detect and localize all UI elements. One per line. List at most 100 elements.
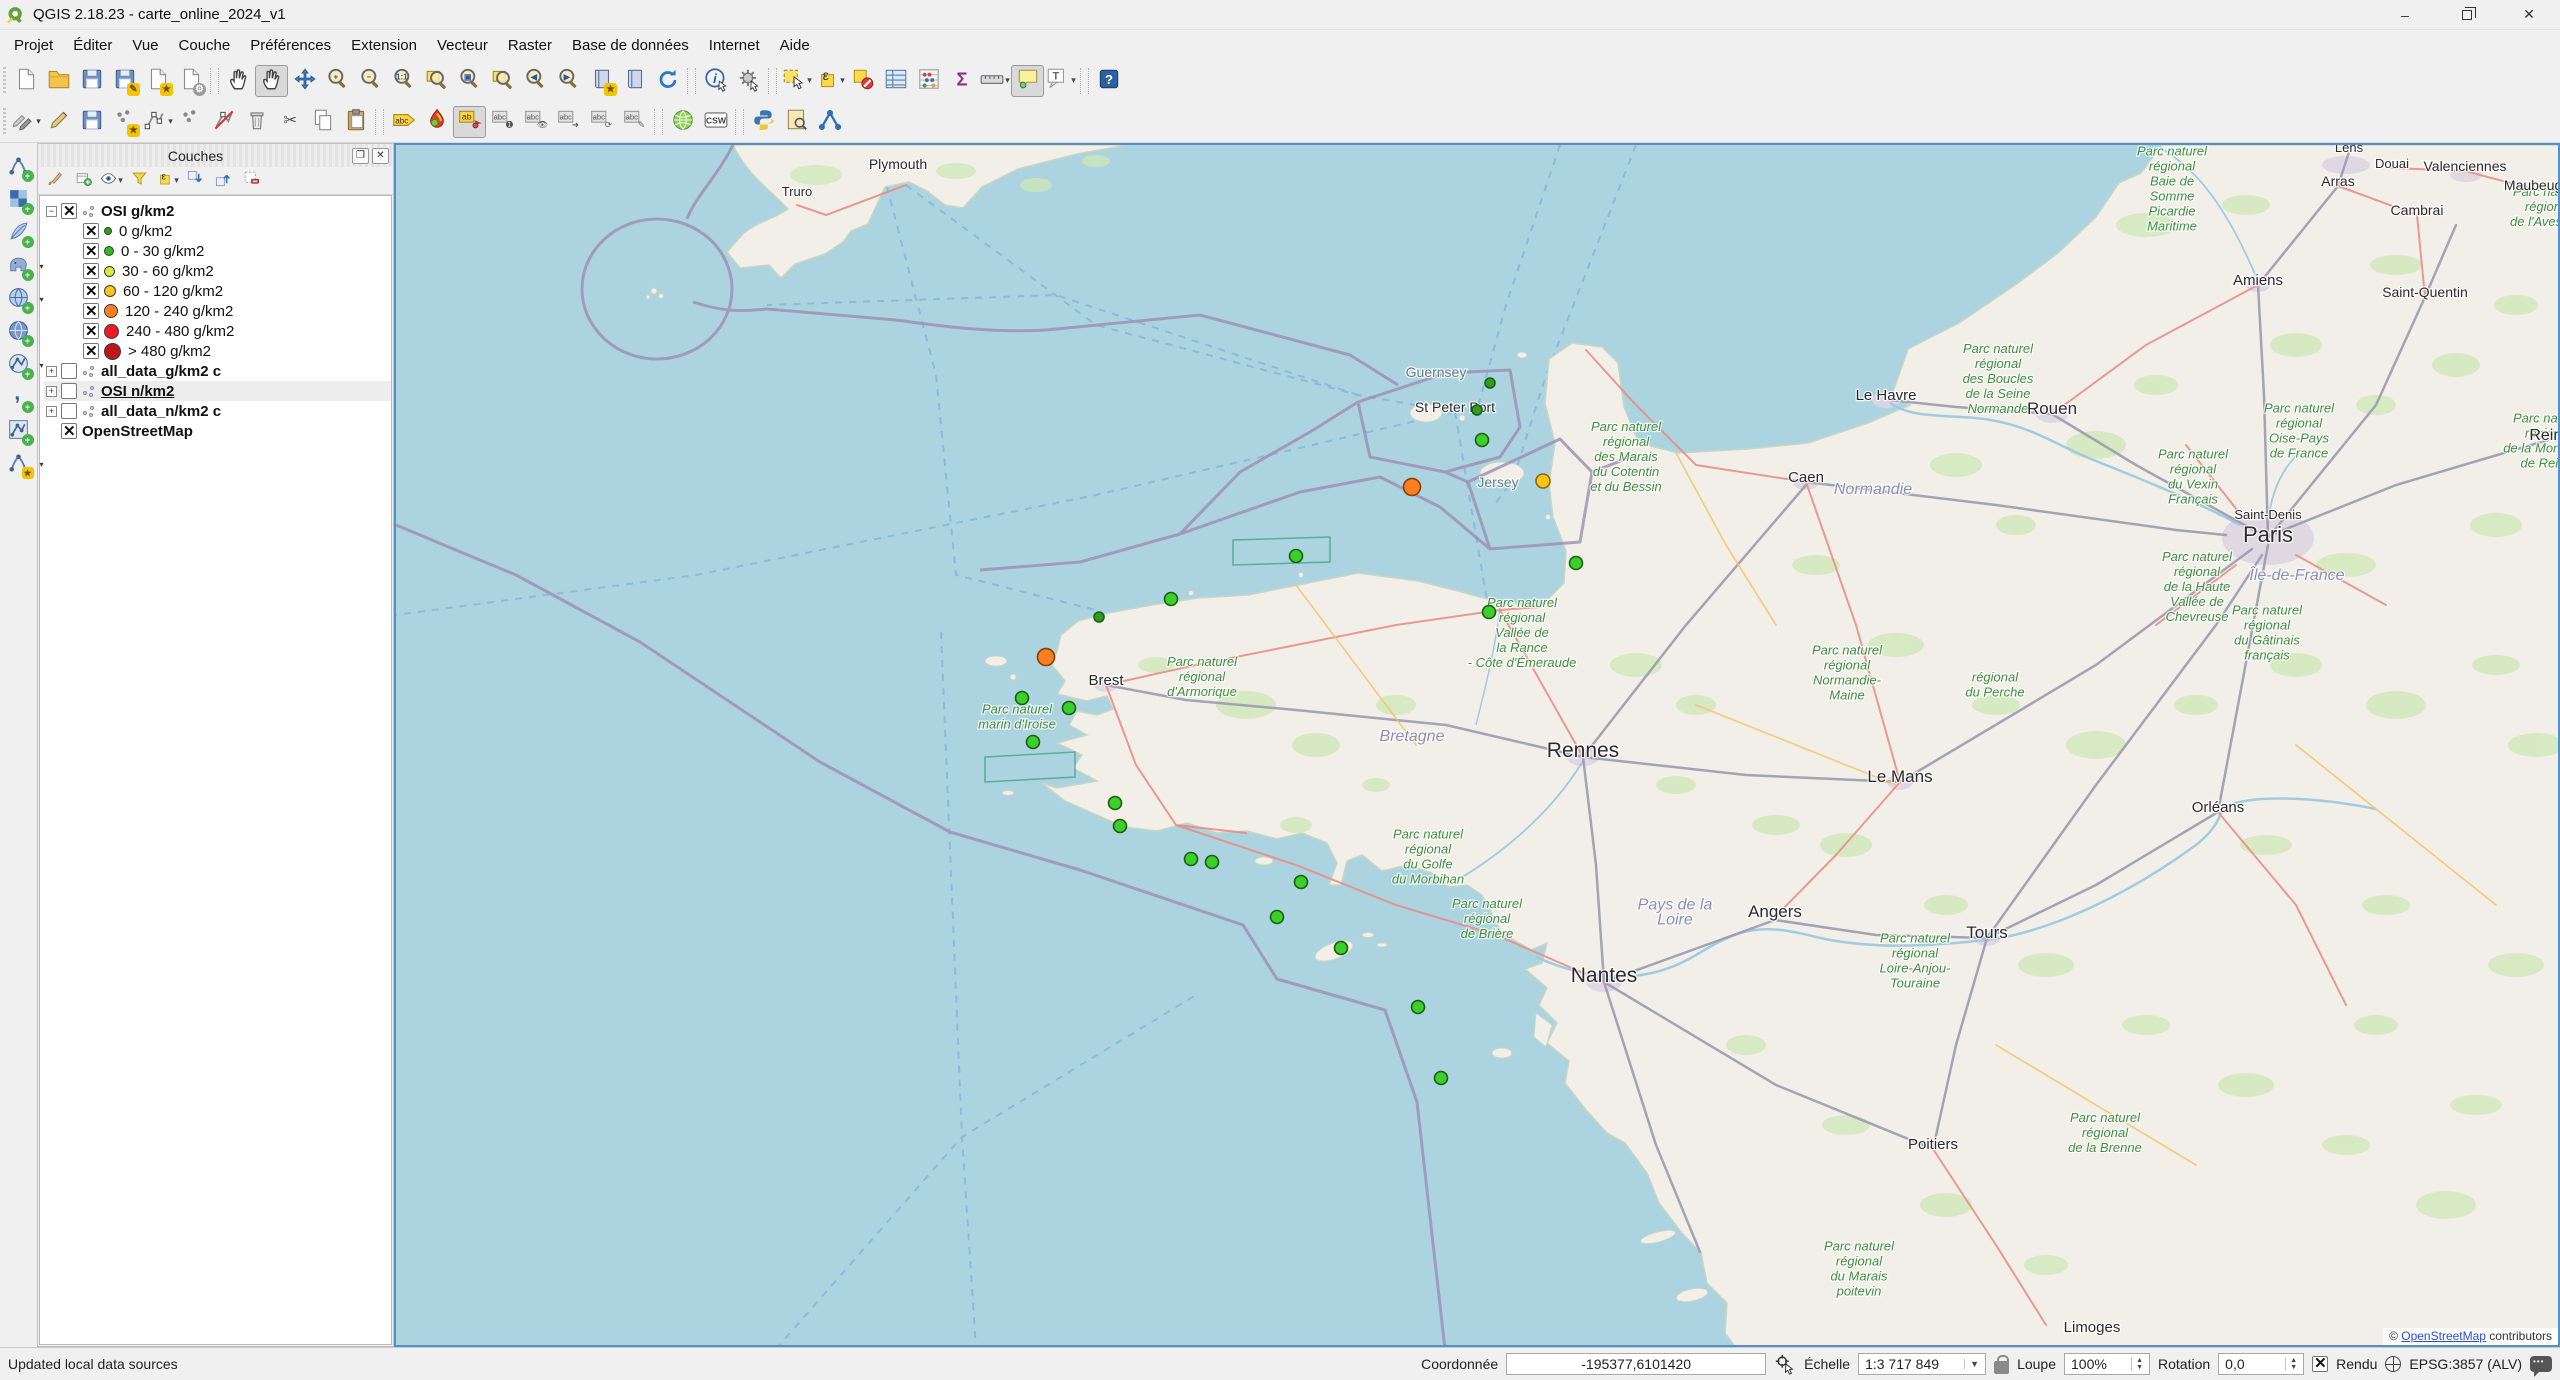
coordinate-input[interactable]: -195377,6101420	[1506, 1353, 1766, 1375]
node-tool-dropdown-icon[interactable]: ▾	[168, 116, 173, 127]
visibility-checkbox[interactable]	[83, 323, 99, 339]
legend-item-60-120-g-km2[interactable]: 60 - 120 g/km2	[44, 281, 391, 301]
visibility-checkbox[interactable]	[83, 343, 99, 359]
deselect-features-button[interactable]	[846, 65, 879, 97]
layer-labeling-options-button[interactable]	[420, 106, 453, 138]
toolbar-handle[interactable]	[3, 67, 6, 95]
menu-projet[interactable]: Projet	[4, 33, 63, 58]
filter-by-expression-button[interactable]: ε▾	[154, 169, 180, 193]
open-project-button[interactable]	[42, 65, 75, 97]
cut-features-button[interactable]: ✂	[273, 106, 306, 138]
rotate-label-button[interactable]: abc⟳	[585, 106, 618, 138]
expand-all-button[interactable]	[182, 169, 208, 193]
visibility-checkbox[interactable]	[83, 243, 99, 259]
pin-labels-button[interactable]: ab	[453, 106, 486, 138]
move-label-button[interactable]: abc➜	[552, 106, 585, 138]
add-spatialite-layer-button[interactable]: +	[2, 217, 36, 250]
tree-expander[interactable]: +	[46, 386, 57, 397]
osm-place-search-button[interactable]	[780, 106, 813, 138]
pan-to-selection-button[interactable]	[288, 65, 321, 97]
identify-features-button[interactable]: i	[699, 65, 732, 97]
scale-combobox[interactable]: 1:3 717 849▼	[1858, 1353, 1986, 1375]
new-shapefile-layer-button[interactable]: +	[2, 415, 36, 448]
visibility-checkbox[interactable]	[83, 303, 99, 319]
select-features-button[interactable]: ▾	[780, 65, 813, 97]
add-feature-button[interactable]: ★	[108, 106, 141, 138]
zoom-to-selection-button[interactable]	[486, 65, 519, 97]
legend-item-30-60-g-km2[interactable]: 30 - 60 g/km2	[44, 261, 391, 281]
zoom-native-button[interactable]: 1:1	[387, 65, 420, 97]
map-canvas[interactable]: Parc naturelmarin d'IroiseParc naturelré…	[394, 143, 2560, 1347]
collapse-all-button[interactable]	[210, 169, 236, 193]
touch-zoom-button[interactable]	[222, 65, 255, 97]
tree-expander[interactable]: +	[46, 406, 57, 417]
paste-features-button[interactable]	[339, 106, 372, 138]
add-wfs-layer-dropdown-icon[interactable]: ▾	[39, 361, 43, 370]
osm-link[interactable]: OpenStreetMap	[2401, 1329, 2486, 1343]
visibility-checkbox[interactable]	[61, 203, 77, 219]
processing-toolbox-button[interactable]	[813, 106, 846, 138]
new-project-button[interactable]	[9, 65, 42, 97]
node-tool-button[interactable]: ▾	[141, 106, 174, 138]
split-features-button[interactable]	[207, 106, 240, 138]
open-attribute-table-button[interactable]	[879, 65, 912, 97]
add-wms-layer-button[interactable]: +▾	[2, 283, 36, 316]
add-delimited-text-layer-button[interactable]: ,+	[2, 382, 36, 415]
python-console-button[interactable]	[747, 106, 780, 138]
add-raster-layer-button[interactable]: +	[2, 184, 36, 217]
add-wcs-layer-button[interactable]: +	[2, 316, 36, 349]
globe-plugin-button[interactable]	[666, 106, 699, 138]
messages-icon[interactable]	[2530, 1356, 2552, 1372]
layer-styling-button[interactable]	[42, 169, 68, 193]
remove-layer-button[interactable]	[238, 169, 264, 193]
filter-legend-button[interactable]	[126, 169, 152, 193]
zoom-to-layer-button[interactable]: ▣	[453, 65, 486, 97]
layer-item-osi-n-km2[interactable]: +OSI n/km2	[44, 381, 391, 401]
current-edits-dropdown-icon[interactable]: ▾	[36, 116, 41, 127]
help-button[interactable]: ?	[1092, 65, 1125, 97]
current-edits-button[interactable]: ▾	[9, 106, 42, 138]
zoom-full-button[interactable]	[420, 65, 453, 97]
menu--diter[interactable]: Éditer	[63, 33, 122, 58]
new-composer-button[interactable]: ★	[141, 65, 174, 97]
new-temporary-layer-dropdown-icon[interactable]: ▾	[39, 460, 43, 469]
copy-features-button[interactable]	[306, 106, 339, 138]
zoom-out-button[interactable]: −	[354, 65, 387, 97]
tree-expander[interactable]: −	[46, 206, 57, 217]
layer-item-all-data-n-km2-c[interactable]: +all_data_n/km2 c	[44, 401, 391, 421]
magnifier-spinbox[interactable]: 100%▲▼	[2064, 1353, 2150, 1375]
show-bookmarks-button[interactable]	[618, 65, 651, 97]
tree-expander[interactable]: +	[46, 366, 57, 377]
visibility-checkbox[interactable]	[61, 423, 77, 439]
map-tips-button[interactable]	[1011, 65, 1044, 97]
move-feature-button[interactable]	[174, 106, 207, 138]
visibility-checkbox[interactable]	[83, 263, 99, 279]
add-wms-layer-dropdown-icon[interactable]: ▾	[39, 295, 43, 304]
minimize-button[interactable]: –	[2374, 0, 2436, 30]
menu-base-de-donn-es[interactable]: Base de données	[562, 33, 699, 58]
composer-manager-button[interactable]: ⚙	[174, 65, 207, 97]
delete-selected-button[interactable]	[240, 106, 273, 138]
legend-item-240-480-g-km2[interactable]: 240 - 480 g/km2	[44, 321, 391, 341]
legend-item--480-g-km2[interactable]: > 480 g/km2	[44, 341, 391, 361]
toggle-editing-button[interactable]	[42, 106, 75, 138]
highlight-pinned-labels-button[interactable]: abc➊	[486, 106, 519, 138]
zoom-in-button[interactable]: +	[321, 65, 354, 97]
menu-vecteur[interactable]: Vecteur	[427, 33, 498, 58]
legend-item-120-240-g-km2[interactable]: 120 - 240 g/km2	[44, 301, 391, 321]
panel-float-button[interactable]: ❐	[352, 148, 369, 164]
field-calculator-button[interactable]	[912, 65, 945, 97]
add-postgis-layer-button[interactable]: +▾	[2, 250, 36, 283]
visibility-checkbox[interactable]	[61, 383, 77, 399]
legend-item-0-30-g-km2[interactable]: 0 - 30 g/km2	[44, 241, 391, 261]
new-bookmark-button[interactable]: ★	[585, 65, 618, 97]
run-feature-action-button[interactable]	[732, 65, 765, 97]
menu-couche[interactable]: Couche	[169, 33, 241, 58]
label-tag-button[interactable]: abc	[387, 106, 420, 138]
text-annotation-dropdown-icon[interactable]: ▾	[1071, 75, 1076, 86]
save-project-as-button[interactable]: ✎	[108, 65, 141, 97]
text-annotation-button[interactable]: T▾	[1044, 65, 1077, 97]
select-by-expression-dropdown-icon[interactable]: ▾	[840, 75, 845, 86]
menu-pr-f-rences[interactable]: Préférences	[240, 33, 341, 58]
scale-lock-icon[interactable]	[1994, 1361, 2009, 1374]
